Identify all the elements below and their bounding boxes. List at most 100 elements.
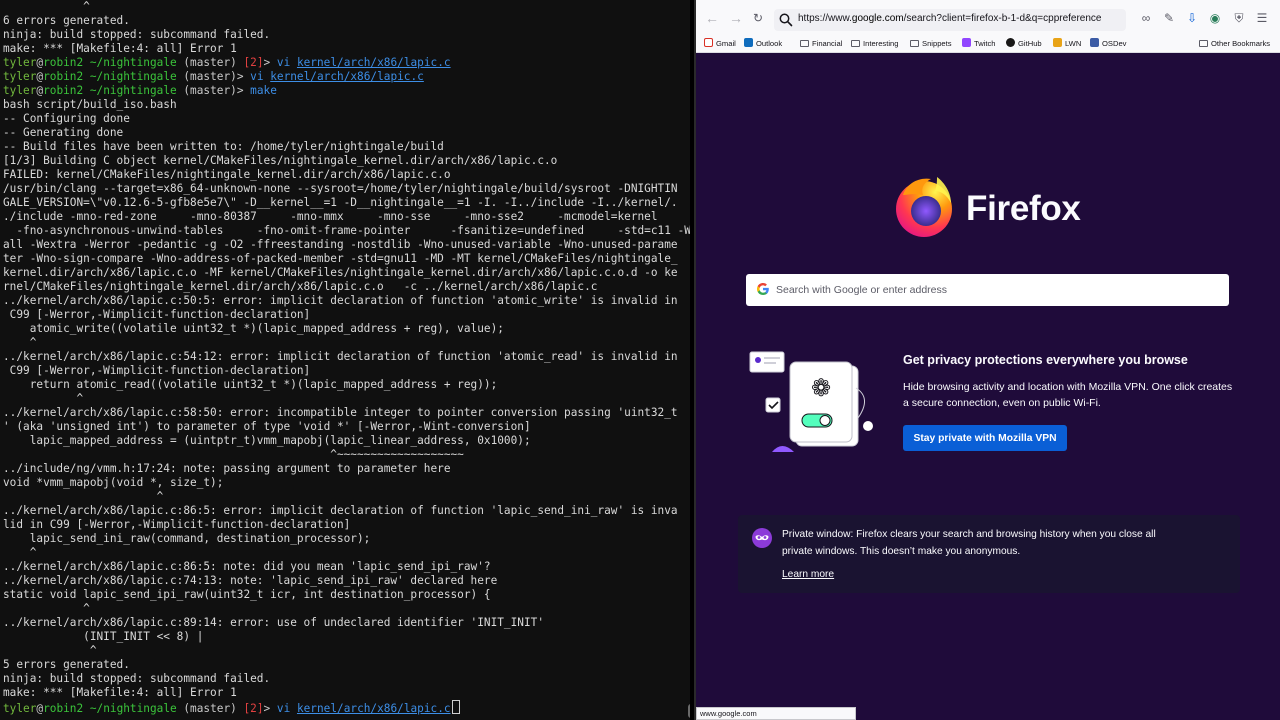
private-newtab-page: Firefox ❁ Get privac <box>696 53 1280 720</box>
terminal-line: ^~~~~~~~~~~~~~~~~~~~ <box>3 448 464 461</box>
prompt-host: robin2 <box>43 84 84 97</box>
terminal-line: lapic_send_ini_raw(command, destination_… <box>3 532 371 545</box>
search-input[interactable] <box>776 274 1216 306</box>
firefox-window: ← → ↻ https://www.google.com/search?clie… <box>696 0 1280 720</box>
terminal-line: ^ <box>3 546 37 559</box>
prompt-line: tyler@robin2 ~/nightingale (master) [2]>… <box>3 56 690 70</box>
url-text[interactable]: https://www.google.com/search?client=fir… <box>798 13 1102 24</box>
terminal-line: 5 errors generated. <box>3 658 130 671</box>
search-box[interactable] <box>746 274 1229 306</box>
bookmark-outlook[interactable]: Outlook <box>744 36 782 52</box>
reload-button[interactable]: ↻ <box>748 8 768 28</box>
terminal-line: ^ <box>3 490 164 503</box>
url-bar[interactable]: https://www.google.com/search?client=fir… <box>774 9 1126 31</box>
prompt-path: ~/nightingale <box>83 70 177 83</box>
private-mask-icon <box>752 528 772 548</box>
bookmark-snippets[interactable]: Snippets <box>910 36 952 52</box>
terminal-line: ../include/ng/vmm.h:17:24: note: passing… <box>3 462 451 475</box>
prompt-user: tyler <box>3 56 37 69</box>
terminal-line: ^ <box>3 602 90 615</box>
bookmark-lwn[interactable]: LWN <box>1053 36 1081 52</box>
url-path: /search?client=firefox-b-1-d&q=cpprefere… <box>903 13 1102 24</box>
prompt-symbol: > <box>263 56 277 69</box>
prompt-branch: (master) <box>176 56 237 69</box>
terminal-line: ^ <box>3 392 84 405</box>
terminal-line: make: *** [Makefile:4: all] Error 1 <box>3 686 237 699</box>
bookmark-twitch[interactable]: Twitch <box>962 36 996 52</box>
file-link[interactable]: kernel/arch/x86/lapic.c <box>297 56 451 69</box>
prompt-host: robin2 <box>43 56 84 69</box>
bookmark-label: Twitch <box>974 39 996 48</box>
tools-icon[interactable]: ✎ <box>1161 10 1177 26</box>
terminal-cursor <box>451 700 460 714</box>
command-make: make <box>250 84 277 97</box>
terminal-line: all -Wextra -Werror -pedantic -g -O2 -ff… <box>3 238 678 251</box>
prompt-user: tyler <box>3 70 37 83</box>
learn-more-link[interactable]: Learn more <box>782 569 834 580</box>
prompt-path: ~/nightingale <box>83 702 177 715</box>
prompt-line[interactable]: tyler@robin2 ~/nightingale (master) [2]>… <box>3 700 690 715</box>
svg-text:❁: ❁ <box>811 374 831 402</box>
extension-icon[interactable]: ◉ <box>1207 10 1223 26</box>
terminal-line: ../kernel/arch/x86/lapic.c:50:5: error: … <box>3 294 678 307</box>
terminal-line: ninja: build stopped: subcommand failed. <box>3 28 271 41</box>
bookmark-interesting[interactable]: Interesting <box>851 36 898 52</box>
menu-icon[interactable]: ☰ <box>1254 10 1270 26</box>
bookmark-osdev[interactable]: OSDev <box>1090 36 1126 52</box>
terminal-line: ../kernel/arch/x86/lapic.c:86:5: error: … <box>3 504 678 517</box>
folder-icon <box>800 40 809 47</box>
prompt-host: robin2 <box>43 70 84 83</box>
terminal-line: ../kernel/arch/x86/lapic.c:74:13: note: … <box>3 574 498 587</box>
terminal-output: ^ 6 errors generated. ninja: build stopp… <box>3 0 690 715</box>
terminal-window[interactable]: ^ 6 errors generated. ninja: build stopp… <box>0 0 690 720</box>
terminal-line: -- Configuring done <box>3 112 130 125</box>
terminal-line: ../kernel/arch/x86/lapic.c:86:5: note: d… <box>3 560 491 573</box>
terminal-line: kernel.dir/arch/x86/lapic.c.o -MF kernel… <box>3 266 678 279</box>
bookmark-financial[interactable]: Financial <box>800 36 842 52</box>
prompt-branch: (master) <box>176 702 237 715</box>
prompt-path: ~/nightingale <box>83 84 177 97</box>
prompt-symbol: > <box>263 702 277 715</box>
terminal-line: return atomic_read((volatile uint32_t *)… <box>3 378 498 391</box>
terminal-line: (INIT_INIT << 8) | <box>3 630 204 643</box>
private-browsing-icon[interactable]: ∞ <box>1138 10 1154 26</box>
status-url: www.google.com <box>696 707 856 720</box>
folder-icon <box>1199 40 1208 47</box>
downloads-icon[interactable]: ⇩ <box>1184 10 1200 26</box>
lwn-icon <box>1053 38 1062 47</box>
other-bookmarks[interactable]: Other Bookmarks <box>1199 36 1270 52</box>
prompt-symbol: > <box>236 70 251 83</box>
gmail-icon <box>704 38 713 47</box>
file-link[interactable]: kernel/arch/x86/lapic.c <box>297 702 451 715</box>
prompt-exit-status: [2] <box>243 702 264 715</box>
bookmark-github[interactable]: GitHub <box>1006 36 1042 52</box>
back-button[interactable]: ← <box>702 8 722 28</box>
prompt-line: tyler@robin2 ~/nightingale (master)> mak… <box>3 84 690 98</box>
forward-button[interactable]: → <box>726 8 746 28</box>
vpn-illustration-icon: ❁ <box>749 351 873 452</box>
prompt-path: ~/nightingale <box>83 56 177 69</box>
bookmark-label: OSDev <box>1102 39 1127 48</box>
bookmark-gmail[interactable]: Gmail <box>704 36 736 52</box>
terminal-line: ter -Wno-sign-compare -Wno-address-of-pa… <box>3 252 678 265</box>
mozilla-vpn-button[interactable]: Stay private with Mozilla VPN <box>903 425 1067 451</box>
shield-icon[interactable]: ⛨ <box>1231 10 1247 26</box>
terminal-line: lid in C99 [-Werror,-Wimplicit-function-… <box>3 518 351 531</box>
terminal-line: atomic_write((volatile uint32_t *)(lapic… <box>3 322 504 335</box>
terminal-scrollbar[interactable] <box>688 704 690 718</box>
twitch-icon <box>962 38 971 47</box>
outlook-icon <box>744 38 753 47</box>
terminal-line: ./include -mno-red-zone -mno-80387 -mno-… <box>3 210 658 223</box>
terminal-line: FAILED: kernel/CMakeFiles/nightingale_ke… <box>3 168 451 181</box>
bookmarks-bar: Gmail Outlook Financial Interesting Snip… <box>696 36 1280 53</box>
terminal-line: ^ <box>3 336 37 349</box>
terminal-line: C99 [-Werror,-Wimplicit-function-declara… <box>3 364 311 377</box>
terminal-line: ^ <box>3 0 90 13</box>
terminal-line: GALE_VERSION=\"v0.12.6-5-gfb8e5e7\" -D__… <box>3 196 678 209</box>
terminal-line: ^ <box>3 644 97 657</box>
folder-icon <box>910 40 919 47</box>
prompt-branch: (master) <box>176 84 237 97</box>
terminal-line: bash script/build_iso.bash <box>3 98 177 111</box>
file-link[interactable]: kernel/arch/x86/lapic.c <box>270 70 424 83</box>
firefox-logo-icon <box>896 177 952 237</box>
